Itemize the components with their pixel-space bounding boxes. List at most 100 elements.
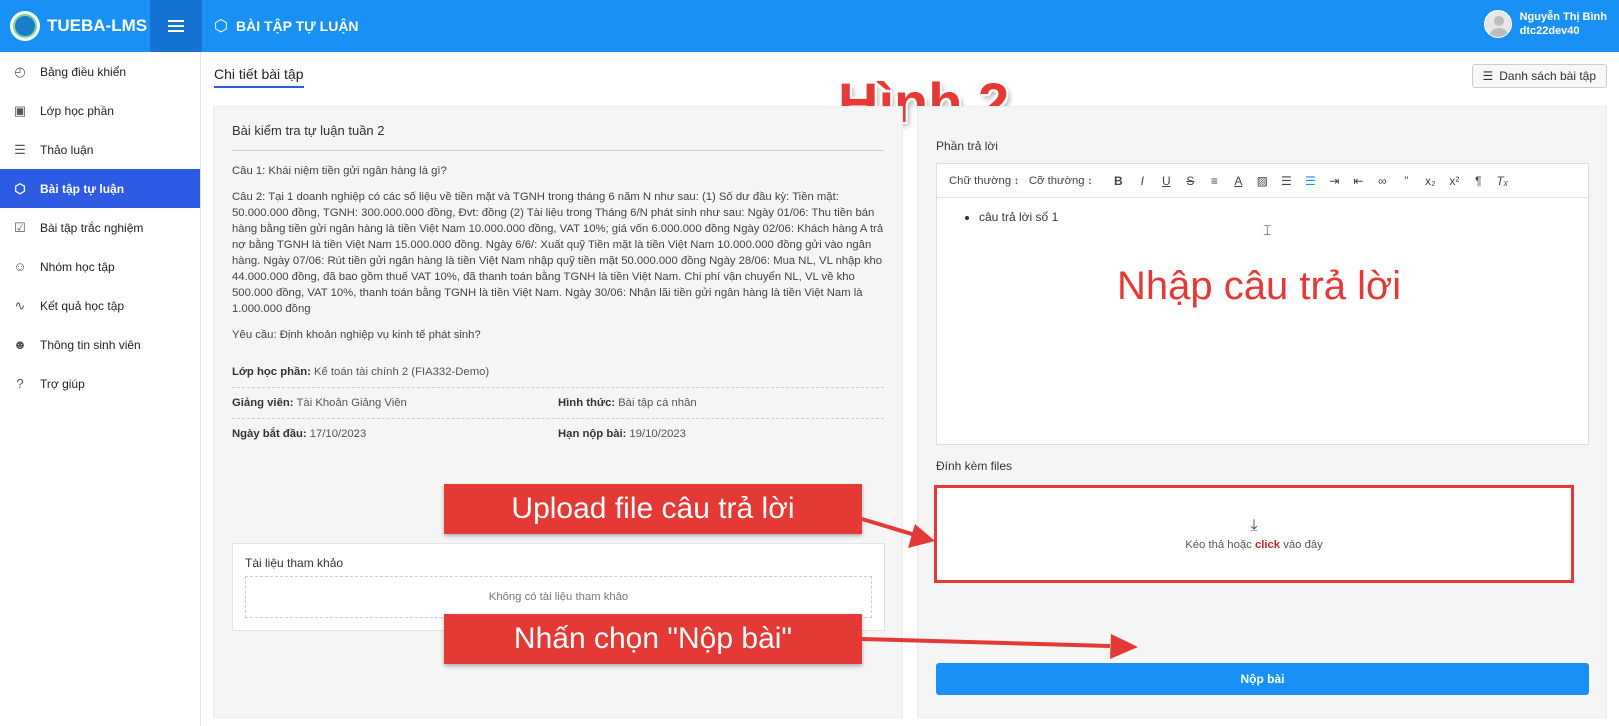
sidebar-item-quiz[interactable]: ☑ Bài tập trắc nghiệm — [0, 208, 200, 247]
sidebar-item-label: Trợ giúp — [40, 376, 85, 391]
page-heading: ⬡ BÀI TẬP TỰ LUẬN — [214, 0, 359, 52]
sidebar-item-label: Lớp học phần — [40, 103, 114, 118]
question-2: Câu 2: Tại 1 doanh nghiệp có các số liệu… — [232, 191, 884, 315]
network-icon: ⬡ — [214, 18, 228, 35]
reference-title: Tài liệu tham khảo — [245, 556, 344, 570]
text-cursor-icon: ⌶ — [1263, 222, 1272, 238]
info-row-dates: Ngày bắt đầu: 17/10/2023 Hạn nộp bài: 19/1… — [232, 419, 884, 449]
editor-toolbar: Chữ thường Cỡ thường B I U S ≡ A ▨ ☰ ☰ ⇥… — [937, 164, 1588, 198]
deadline-value: 19/10/2023 — [629, 428, 686, 440]
brand-logo-icon — [10, 11, 40, 41]
drop-prefix: Kéo thả hoặc — [1185, 539, 1252, 551]
answer-card: Phần trả lời Chữ thường Cỡ thường B I U … — [917, 106, 1607, 718]
reference-empty: Không có tài liệu tham khảo — [245, 576, 872, 618]
align-icon[interactable]: ≡ — [1202, 174, 1226, 188]
sidebar-item-essay[interactable]: ⬡ Bài tập tự luận — [0, 169, 200, 208]
teacher-value: Tài Khoản Giảng Viên — [296, 397, 407, 409]
answer-label: Phần trả lời — [936, 139, 998, 153]
user-name: Nguyễn Thị Bình — [1519, 11, 1607, 23]
clear-format-icon[interactable]: Tₓ — [1490, 174, 1514, 188]
subscript-icon[interactable]: x₂ — [1418, 174, 1442, 188]
sidebar-item-help[interactable]: ? Trợ giúp — [0, 364, 200, 403]
briefcase-icon: ▣ — [13, 102, 27, 118]
user-menu[interactable]: Nguyễn Thị Bình dtc22dev40 — [1483, 10, 1607, 38]
background-color-icon[interactable]: ▨ — [1250, 174, 1274, 188]
assignment-list-label: Danh sách bài tập — [1499, 69, 1596, 83]
user-id: dtc22dev40 — [1519, 25, 1580, 37]
class-value: Kế toán tài chính 2 (FIA332-Demo) — [313, 366, 490, 378]
sidebar-item-dashboard[interactable]: ◴ Bảng điều khiển — [0, 52, 200, 91]
form-label: Hình thức: — [558, 397, 616, 409]
ordered-list-icon[interactable]: ☰ — [1274, 174, 1298, 188]
chart-icon: ∿ — [14, 297, 26, 313]
text-direction-icon[interactable]: ¶ — [1466, 174, 1490, 188]
assignment-title: Bài kiểm tra tự luận tuần 2 — [232, 123, 884, 151]
form-value: Bài tập cá nhân — [618, 397, 697, 409]
submit-callout: Nhấn chọn "Nộp bài" — [444, 614, 862, 664]
indent-icon[interactable]: ⇥ — [1322, 174, 1346, 188]
strikethrough-icon[interactable]: S — [1178, 174, 1202, 188]
quote-icon[interactable]: ” — [1394, 174, 1418, 188]
sidebar-item-student-info[interactable]: ☻ Thông tin sinh viên — [0, 325, 200, 364]
sidebar-item-label: Kết quả học tập — [40, 298, 125, 313]
sidebar-item-label: Thông tin sinh viên — [40, 337, 141, 352]
editor-content[interactable]: câu trả lời số 1 — [937, 198, 1588, 224]
italic-icon[interactable]: I — [1130, 174, 1154, 188]
submit-button[interactable]: Nộp bài — [936, 663, 1589, 695]
drop-suffix: vào đây — [1283, 539, 1323, 551]
bullet-list-icon[interactable]: ☰ — [1298, 174, 1322, 188]
deadline-label: Hạn nộp bài: — [558, 428, 627, 440]
menu-toggle-button[interactable] — [150, 0, 202, 52]
sidebar-item-groups[interactable]: ☺ Nhóm học tập — [0, 247, 200, 286]
underline-icon[interactable]: U — [1154, 174, 1178, 188]
user-icon: ☻ — [13, 337, 27, 352]
upload-callout: Upload file câu trả lời — [444, 484, 862, 534]
help-icon: ? — [16, 376, 24, 391]
network-icon: ⬡ — [14, 180, 26, 196]
brand[interactable]: TUEBA-LMS — [0, 0, 150, 52]
font-style-select[interactable]: Chữ thường — [949, 175, 1019, 187]
editor-hint-annotation: Nhập câu trả lời — [1117, 264, 1402, 308]
sidebar-item-label: Thảo luận — [40, 142, 94, 157]
assignment-list-button[interactable]: ☰ Danh sách bài tập — [1471, 64, 1607, 88]
sidebar-item-label: Bài tập trắc nghiệm — [40, 220, 144, 235]
sidebar-item-label: Bảng điều khiển — [40, 64, 127, 79]
sidebar: ◴ Bảng điều khiển ▣ Lớp học phần ☰ Thảo … — [0, 52, 201, 726]
text-color-icon[interactable]: A — [1226, 174, 1250, 188]
sidebar-item-label: Bài tập tự luận — [40, 181, 125, 196]
avatar — [1483, 10, 1512, 38]
hamburger-icon — [168, 25, 184, 27]
download-icon: ⤓ — [1250, 517, 1258, 534]
sidebar-item-discussion[interactable]: ☰ Thảo luận — [0, 130, 200, 169]
answer-editor[interactable]: Chữ thường Cỡ thường B I U S ≡ A ▨ ☰ ☰ ⇥… — [936, 163, 1589, 445]
start-date-value: 17/10/2023 — [309, 428, 367, 440]
checkbox-icon: ☑ — [14, 219, 26, 235]
page-title: BÀI TẬP TỰ LUẬN — [235, 18, 359, 34]
chat-icon: ☰ — [14, 141, 26, 157]
group-icon: ☺ — [13, 259, 27, 274]
outdent-icon[interactable]: ⇤ — [1346, 174, 1370, 188]
dashboard-icon: ◴ — [14, 63, 26, 79]
teacher-label: Giảng viên: — [232, 397, 294, 409]
attach-label: Đính kèm files — [936, 459, 1013, 473]
answer-list-item: câu trả lời số 1 — [979, 210, 1572, 224]
brand-name: TUEBA-LMS — [47, 16, 148, 35]
info-row-teacher: Giảng viên: Tài Khoản Giảng Viên Hình thứ… — [232, 388, 884, 419]
question-1: Câu 1: Khái niệm tiền gửi ngân hàng là g… — [232, 165, 447, 177]
sidebar-item-classes[interactable]: ▣ Lớp học phần — [0, 91, 200, 130]
top-bar: TUEBA-LMS ⬡ BÀI TẬP TỰ LUẬN Nguyễn Thị B… — [0, 0, 1619, 52]
info-row-class: Lớp học phần: Kế toán tài chính 2 (FIA332… — [232, 357, 884, 388]
file-dropzone[interactable]: ⤓ Kéo thả hoặc click vào đây — [934, 485, 1574, 583]
sidebar-item-label: Nhóm học tập — [40, 259, 115, 274]
bold-icon[interactable]: B — [1106, 174, 1130, 188]
main-content: Chi tiết bài tập Hình 2 ☰ Danh sách bài … — [201, 52, 1619, 726]
class-label: Lớp học phần: — [232, 366, 311, 378]
list-icon: ☰ — [1482, 69, 1494, 83]
superscript-icon[interactable]: x² — [1442, 174, 1466, 188]
breadcrumb: Chi tiết bài tập — [214, 66, 304, 88]
font-size-select[interactable]: Cỡ thường — [1029, 175, 1092, 187]
start-date-label: Ngày bắt đầu: — [232, 428, 307, 440]
link-icon[interactable]: ∞ — [1370, 174, 1394, 188]
drop-click-link[interactable]: click — [1255, 539, 1280, 551]
sidebar-item-results[interactable]: ∿ Kết quả học tập — [0, 286, 200, 325]
